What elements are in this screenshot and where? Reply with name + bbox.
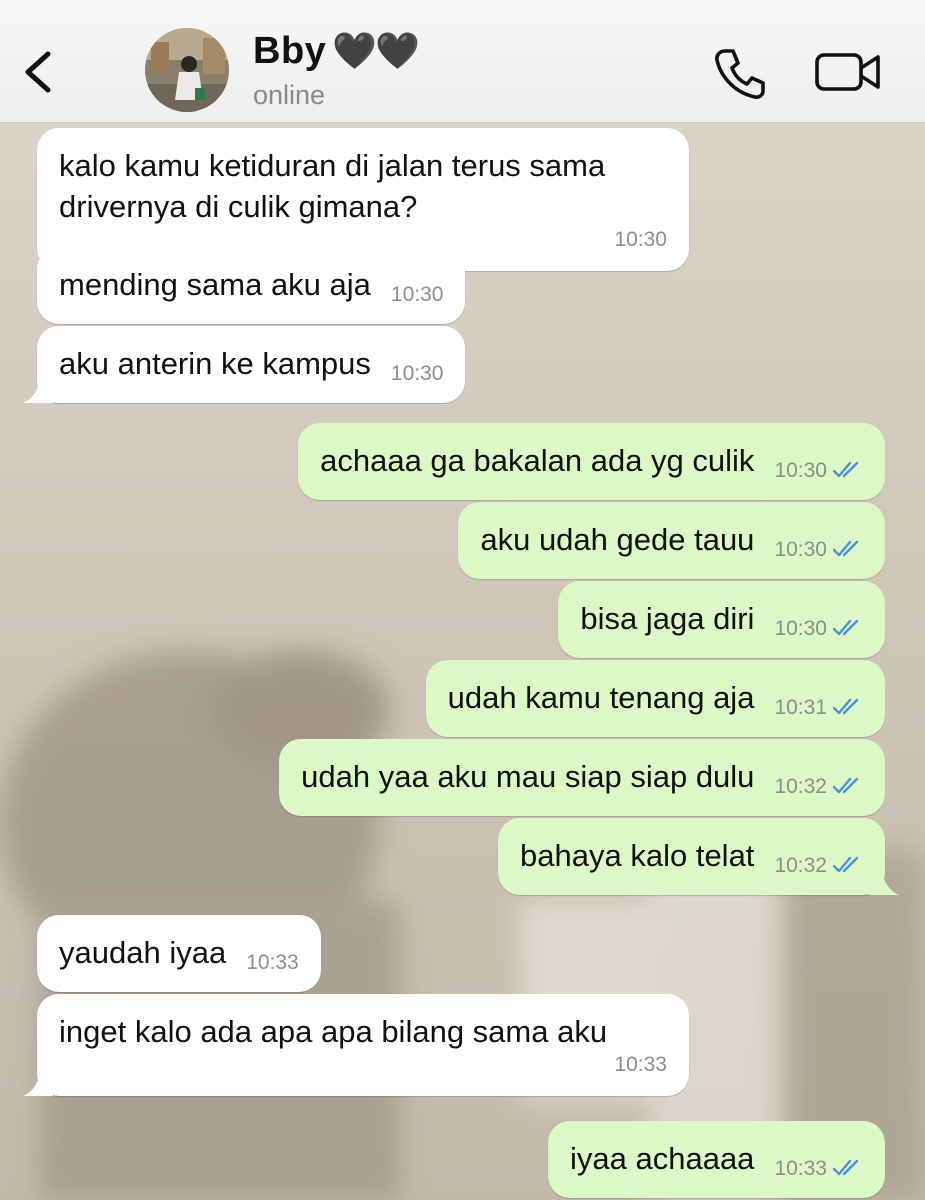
outgoing-message[interactable]: bahaya kalo telat 10:32	[498, 818, 899, 896]
contact-avatar[interactable]	[145, 28, 229, 112]
outgoing-message[interactable]: udah yaa aku mau siap siap dulu 10:32	[279, 739, 885, 817]
message-time: 10:30	[774, 538, 827, 562]
avatar-photo	[145, 28, 229, 112]
phone-icon	[715, 49, 765, 99]
double-check-icon	[833, 541, 859, 557]
contact-name[interactable]: Bby 🖤🖤	[253, 30, 420, 73]
message-text: achaaa ga bakalan ada yg culik	[320, 443, 755, 478]
message-text: udah yaa aku mau siap siap dulu	[301, 759, 755, 794]
message-text: iyaa achaaaa	[570, 1141, 755, 1176]
outgoing-message[interactable]: bisa jaga diri 10:30	[558, 581, 885, 659]
double-check-icon	[833, 857, 859, 873]
message-time: 10:32	[774, 775, 827, 799]
incoming-message[interactable]: aku anterin ke kampus 10:30	[23, 326, 466, 404]
message-time: 10:31	[774, 696, 827, 720]
message-time: 10:33	[774, 1157, 827, 1181]
message-time: 10:30	[774, 617, 827, 641]
message-text: aku anterin ke kampus	[59, 346, 371, 381]
outgoing-message[interactable]: achaaa ga bakalan ada yg culik 10:30	[298, 423, 885, 501]
outgoing-message[interactable]: aku udah gede tauu 10:30	[458, 502, 885, 580]
message-time: 10:30	[390, 362, 444, 386]
message-text: bahaya kalo telat	[520, 838, 755, 873]
bubble-tail	[23, 1068, 53, 1096]
message-text: kalo kamu ketiduran di jalan terus sama …	[59, 148, 614, 224]
incoming-message[interactable]: yaudah iyaa 10:33	[37, 915, 321, 993]
back-button[interactable]	[18, 40, 62, 100]
double-check-icon	[833, 462, 859, 478]
voice-call-button[interactable]	[712, 46, 768, 102]
message-text: aku udah gede tauu	[480, 522, 755, 557]
outgoing-message[interactable]: udah kamu tenang aja 10:31	[425, 660, 885, 738]
message-time: 10:30	[774, 459, 827, 483]
video-call-button[interactable]	[814, 46, 882, 98]
bubble-tail	[23, 375, 53, 404]
video-camera-icon	[815, 53, 880, 91]
contact-name-text: Bby	[253, 30, 327, 72]
chevron-left-icon	[25, 51, 51, 93]
contact-status: online	[253, 80, 326, 110]
message-time: 10:32	[774, 854, 827, 878]
double-check-icon	[833, 778, 859, 794]
message-text: bisa jaga diri	[580, 601, 755, 636]
heart-emoji: 🖤🖤	[332, 31, 420, 72]
outgoing-message[interactable]: iyaa achaaaa 10:33	[548, 1121, 885, 1199]
incoming-message[interactable]: inget kalo ada apa apa bilang sama aku 1…	[23, 994, 689, 1096]
message-time: 10:30	[390, 283, 444, 307]
message-text: udah kamu tenang aja	[447, 680, 755, 715]
double-check-icon	[833, 1160, 859, 1176]
message-text: mending sama aku aja	[59, 267, 371, 302]
incoming-message[interactable]: mending sama aku aja 10:30	[37, 247, 466, 325]
message-time: 10:33	[614, 1053, 667, 1076]
message-text: yaudah iyaa	[59, 935, 227, 970]
message-time: 10:33	[246, 951, 299, 975]
bubble-tail	[869, 867, 899, 896]
chat-header: Bby 🖤🖤 online	[0, 0, 925, 123]
double-check-icon	[833, 699, 859, 715]
double-check-icon	[833, 620, 859, 636]
